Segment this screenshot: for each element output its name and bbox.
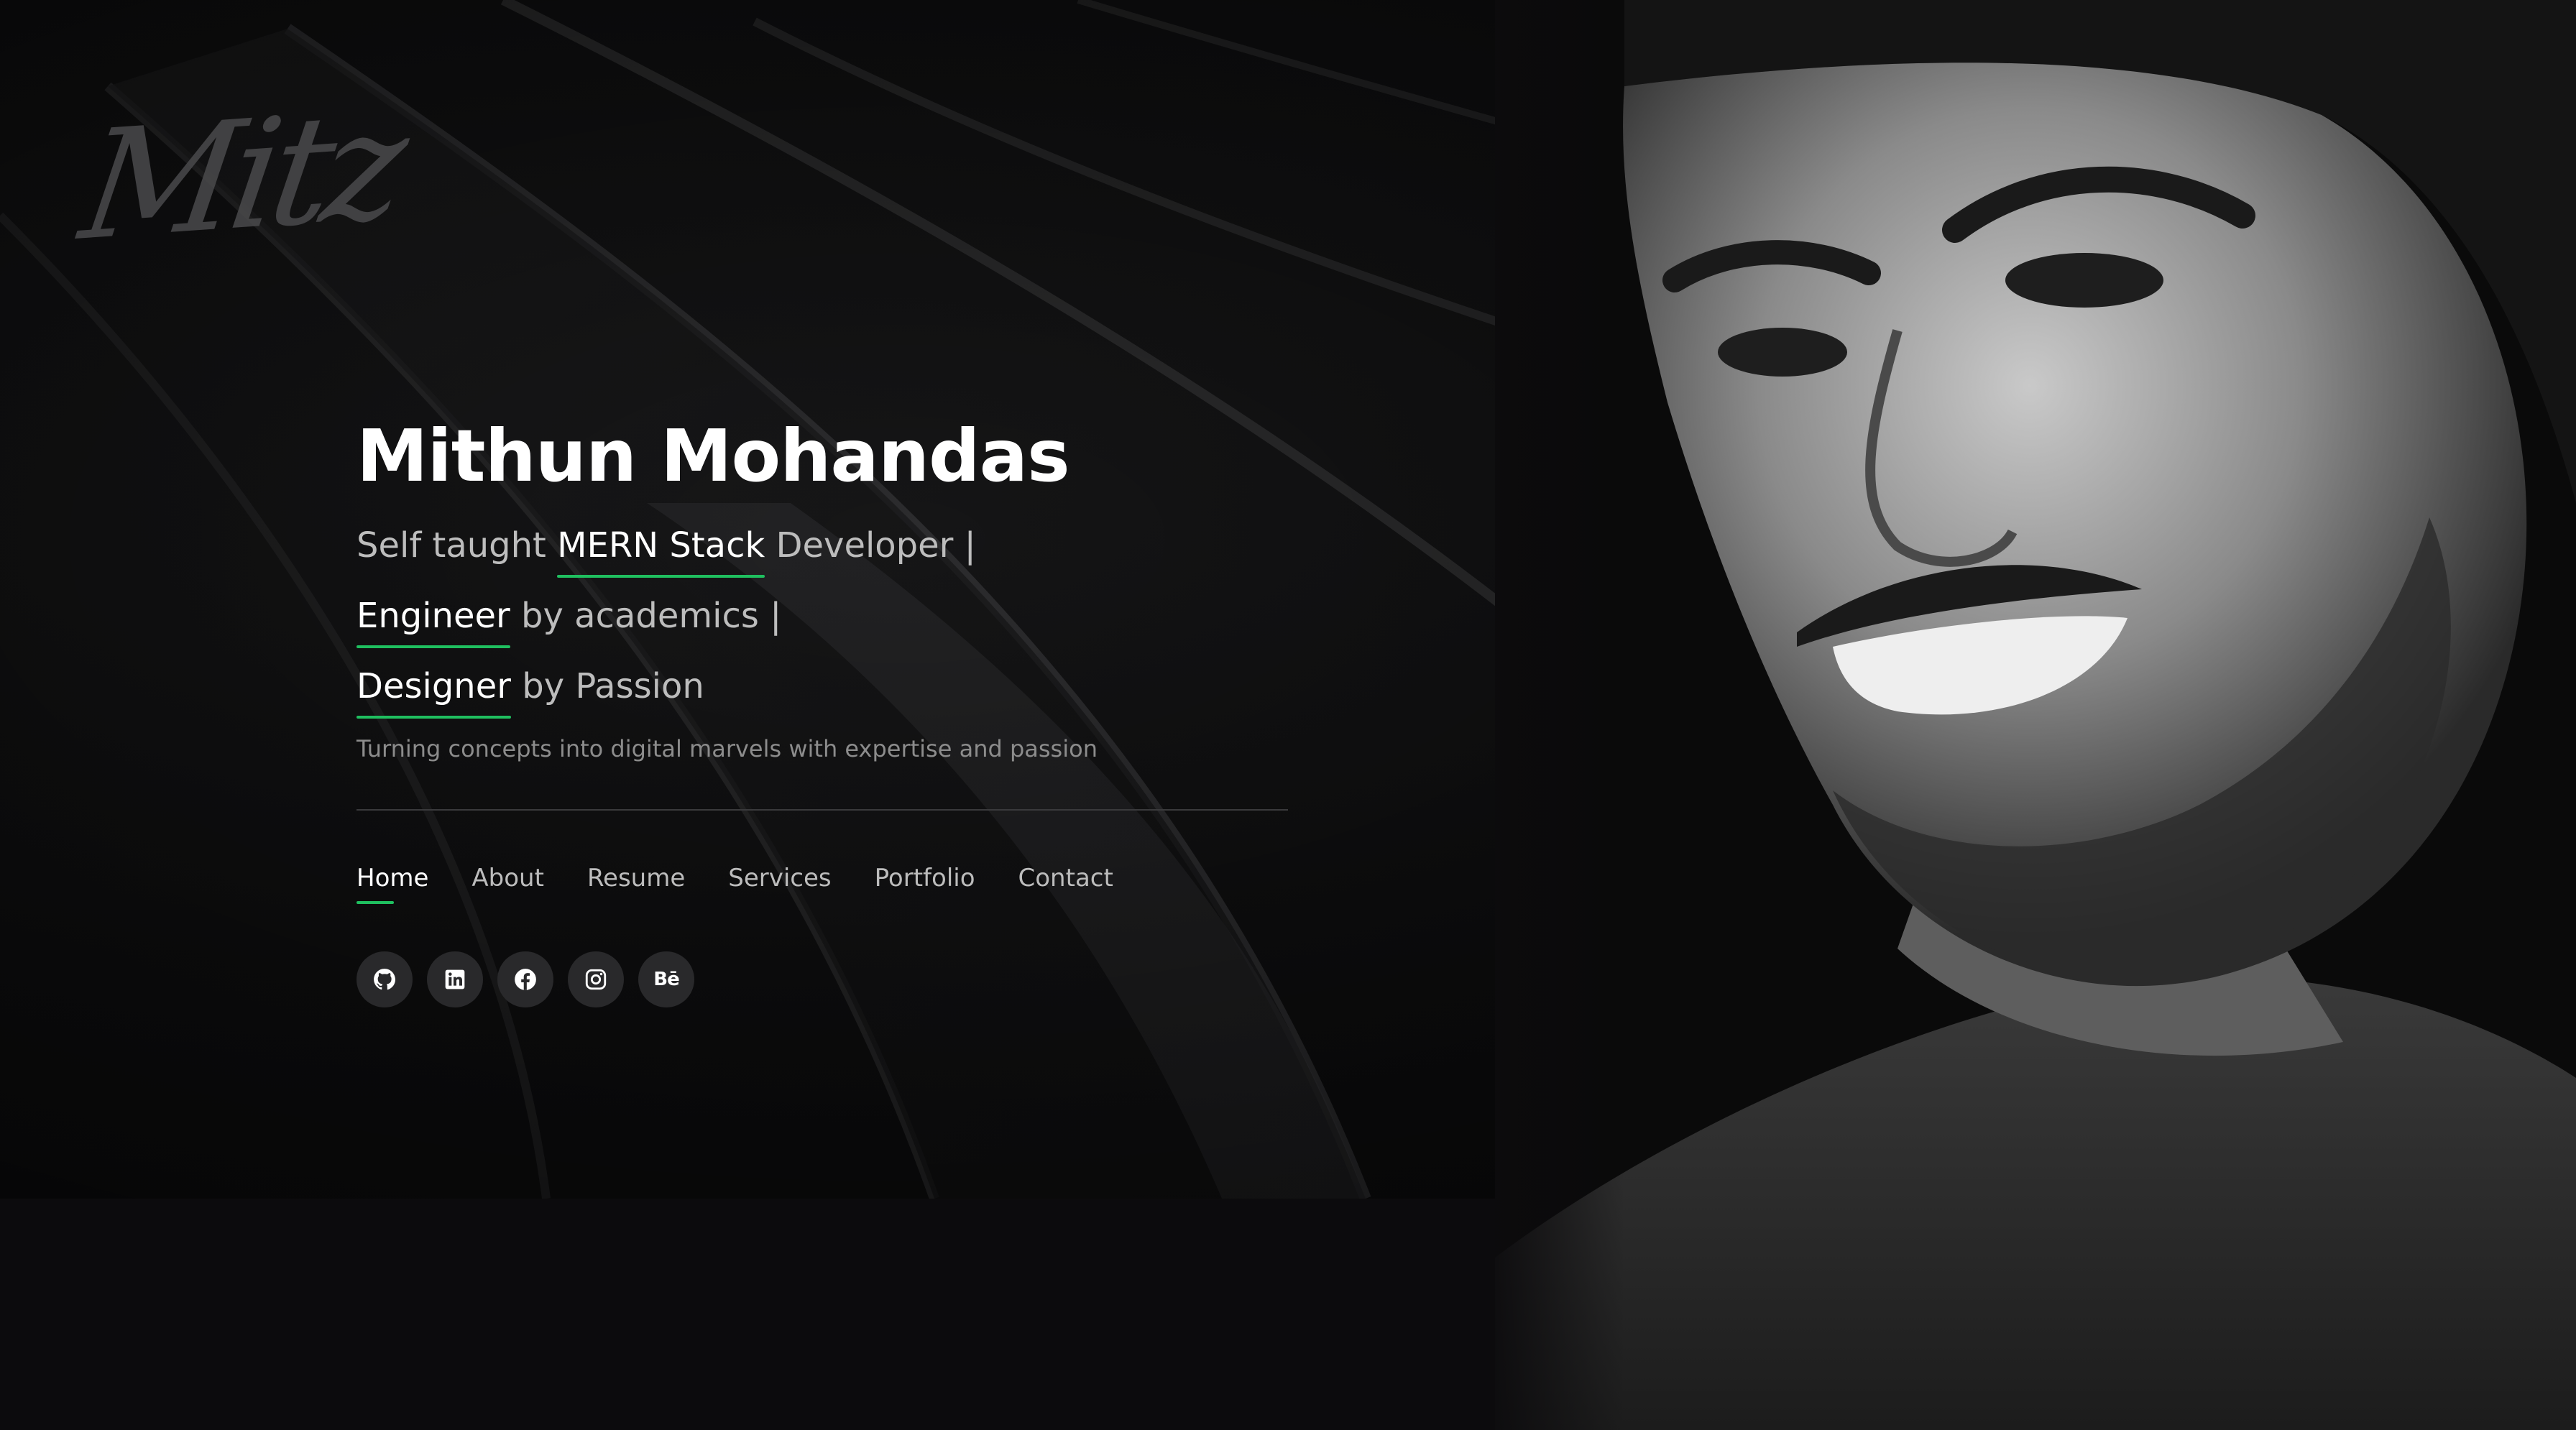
portrait-photo: [1495, 0, 2576, 1430]
linkedin-button[interactable]: [427, 951, 483, 1007]
divider: [356, 809, 1288, 811]
main-nav: Home About Resume Services Portfolio Con…: [356, 859, 1291, 904]
hero-tagline: Turning concepts into digital marvels wi…: [356, 735, 1098, 762]
hero-line-2: Engineer by academics |: [356, 581, 1291, 651]
page: Mitz Mithun Mohandas Self taught MERN St…: [0, 0, 2576, 1430]
nav-item-contact[interactable]: Contact: [1018, 859, 1113, 897]
nav-item-services[interactable]: Services: [728, 859, 831, 897]
nav-item-portfolio[interactable]: Portfolio: [875, 859, 975, 897]
logo-text: Mitz: [71, 77, 410, 275]
hero-line-3-after: by Passion: [511, 666, 704, 706]
hero-line-2-after: by academics |: [510, 596, 782, 636]
hero-line-1-after: Developer |: [765, 525, 976, 566]
hero-line-3-highlight: Designer: [356, 651, 511, 721]
hero-line-2-highlight: Engineer: [356, 581, 510, 651]
nav-item-resume[interactable]: Resume: [587, 859, 685, 897]
github-button[interactable]: [356, 951, 413, 1007]
hero-line-1-highlight: MERN Stack: [557, 510, 765, 581]
hero-line-1: Self taught MERN Stack Developer |: [356, 510, 1291, 581]
instagram-icon: [585, 969, 607, 990]
nav-item-about[interactable]: About: [472, 859, 544, 897]
behance-button[interactable]: Bē: [638, 951, 694, 1007]
behance-icon: Bē: [653, 969, 679, 990]
hero-line-3: Designer by Passion: [356, 651, 1291, 721]
instagram-button[interactable]: [568, 951, 624, 1007]
github-icon: [374, 969, 396, 990]
logo[interactable]: Mitz: [72, 77, 474, 287]
linkedin-icon: [445, 969, 465, 990]
facebook-button[interactable]: [497, 951, 553, 1007]
hero-section: Mithun Mohandas Self taught MERN Stack D…: [356, 402, 1291, 1007]
nav-item-home[interactable]: Home: [356, 859, 428, 904]
social-links: Bē: [356, 951, 1291, 1007]
hero-line-1-before: Self taught: [356, 525, 558, 566]
hero-name: Mithun Mohandas: [356, 414, 1070, 498]
facebook-icon: [515, 969, 536, 990]
